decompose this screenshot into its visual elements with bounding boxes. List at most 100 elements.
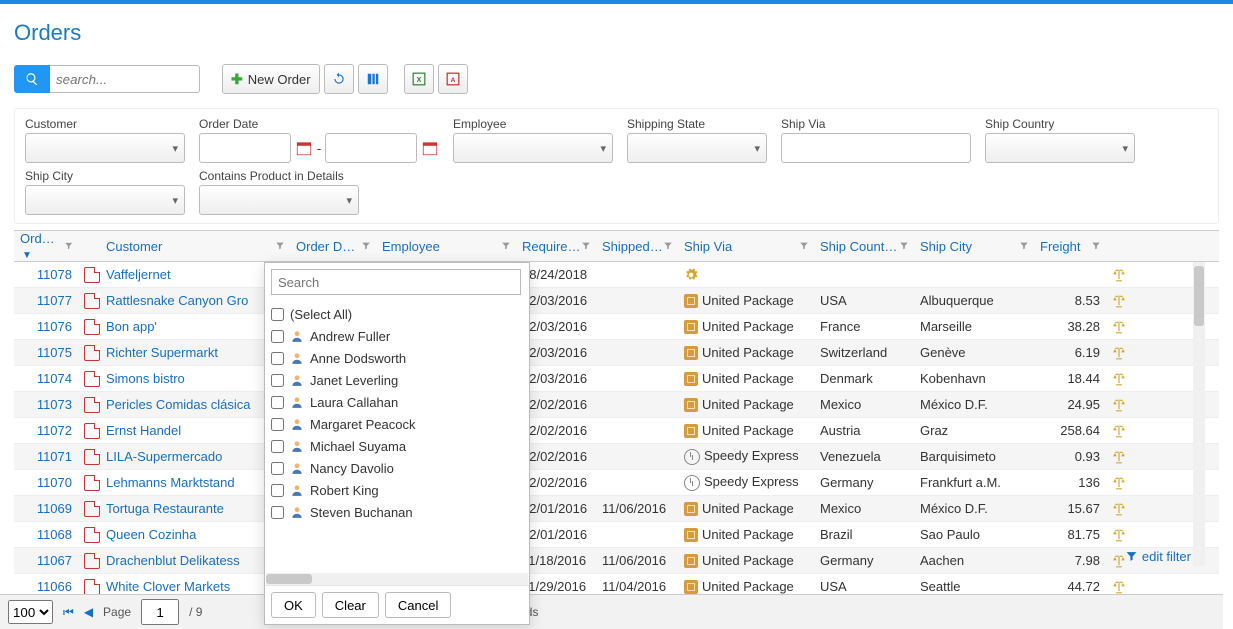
export-pdf-button[interactable]: A	[438, 64, 468, 94]
funnel-icon[interactable]	[581, 241, 591, 251]
filter-option[interactable]: Robert King	[271, 479, 523, 501]
checkbox[interactable]	[271, 440, 284, 453]
cell-customer[interactable]: Rattlesnake Canyon Gro	[100, 293, 290, 308]
cell-order-id[interactable]: 11076	[14, 319, 78, 334]
col-ship-city[interactable]: Ship City	[914, 231, 1034, 261]
cell-customer[interactable]: Richter Supermarkt	[100, 345, 290, 360]
cell-order-id[interactable]: 11066	[14, 579, 78, 594]
cell-pdf[interactable]	[78, 318, 100, 335]
funnel-icon[interactable]	[1019, 241, 1029, 251]
pager-prev[interactable]: ◀	[84, 605, 93, 619]
funnel-icon[interactable]	[64, 241, 73, 251]
col-required[interactable]: Require…	[516, 231, 596, 261]
col-attachment[interactable]	[78, 231, 100, 261]
cell-pdf[interactable]	[78, 448, 100, 465]
checkbox[interactable]	[271, 462, 284, 475]
filter-contains-product[interactable]	[199, 185, 359, 215]
col-order[interactable]: Ord…▼	[14, 231, 78, 261]
filter-option[interactable]: Janet Leverling	[271, 369, 523, 391]
cell-order-id[interactable]: 11070	[14, 475, 78, 490]
checkbox[interactable]	[271, 418, 284, 431]
vertical-scrollbar[interactable]	[1193, 262, 1205, 566]
cell-customer[interactable]: White Clover Markets	[100, 579, 290, 594]
table-row[interactable]: 11069Tortuga Restaurante12/01/201611/06/…	[14, 496, 1219, 522]
cell-pdf[interactable]	[78, 474, 100, 491]
search-input[interactable]	[50, 65, 200, 93]
filter-popup-search[interactable]	[271, 269, 521, 295]
cell-order-id[interactable]: 11071	[14, 449, 78, 464]
checkbox[interactable]	[271, 352, 284, 365]
cell-order-id[interactable]: 11069	[14, 501, 78, 516]
columns-button[interactable]	[358, 64, 388, 94]
checkbox[interactable]	[271, 308, 284, 321]
funnel-icon[interactable]	[361, 241, 371, 251]
filter-option[interactable]: Margaret Peacock	[271, 413, 523, 435]
filter-option[interactable]: Steven Buchanan	[271, 501, 523, 523]
checkbox[interactable]	[271, 330, 284, 343]
table-row[interactable]: 11078Vaffeljernet08/24/2018	[14, 262, 1219, 288]
funnel-icon[interactable]	[663, 241, 673, 251]
table-row[interactable]: 11075Richter Supermarkt12/03/2016United …	[14, 340, 1219, 366]
filter-option[interactable]: Andrew Fuller	[271, 325, 523, 347]
col-freight[interactable]: Freight	[1034, 231, 1106, 261]
cell-pdf[interactable]	[78, 292, 100, 309]
cell-customer[interactable]: Simons bistro	[100, 371, 290, 386]
table-row[interactable]: 11070Lehmanns Marktstand12/02/2016Speedy…	[14, 470, 1219, 496]
cell-pdf[interactable]	[78, 344, 100, 361]
cell-order-id[interactable]: 11067	[14, 553, 78, 568]
new-order-button[interactable]: ✚ New Order	[222, 64, 320, 94]
export-excel-button[interactable]: X	[404, 64, 434, 94]
cell-order-id[interactable]: 11075	[14, 345, 78, 360]
filter-clear-button[interactable]: Clear	[322, 592, 379, 618]
cell-customer[interactable]: Queen Cozinha	[100, 527, 290, 542]
filter-option[interactable]: Laura Callahan	[271, 391, 523, 413]
filter-cancel-button[interactable]: Cancel	[385, 592, 451, 618]
col-order-date[interactable]: Order D…	[290, 231, 376, 261]
cell-pdf[interactable]	[78, 396, 100, 413]
checkbox[interactable]	[271, 484, 284, 497]
filter-ok-button[interactable]: OK	[271, 592, 316, 618]
table-row[interactable]: 11074Simons bistro12/03/2016United Packa…	[14, 366, 1219, 392]
cell-order-id[interactable]: 11073	[14, 397, 78, 412]
table-row[interactable]: 11076Bon app'12/03/2016United PackageFra…	[14, 314, 1219, 340]
cell-customer[interactable]: LILA-Supermercado	[100, 449, 290, 464]
page-size-select[interactable]: 100	[8, 600, 53, 624]
filter-option-select-all[interactable]: (Select All)	[271, 303, 523, 325]
cell-customer[interactable]: Lehmanns Marktstand	[100, 475, 290, 490]
cell-customer[interactable]: Drachenblut Delikatess	[100, 553, 290, 568]
filter-option[interactable]: Michael Suyama	[271, 435, 523, 457]
table-row[interactable]: 11071LILA-Supermercado12/02/2016Speedy E…	[14, 444, 1219, 470]
edit-filter-link[interactable]: edit filter	[1125, 549, 1191, 564]
cell-order-id[interactable]: 11068	[14, 527, 78, 542]
pager-page-input[interactable]	[141, 599, 179, 625]
filter-shipping-state[interactable]	[627, 133, 767, 163]
cell-pdf[interactable]	[78, 526, 100, 543]
cell-order-id[interactable]: 11078	[14, 267, 78, 282]
funnel-icon[interactable]	[799, 241, 809, 251]
col-customer[interactable]: Customer	[100, 231, 290, 261]
filter-popup-hscroll[interactable]	[266, 573, 528, 585]
funnel-icon[interactable]	[899, 241, 909, 251]
cell-pdf[interactable]	[78, 500, 100, 517]
cell-customer[interactable]: Pericles Comidas clásica	[100, 397, 290, 412]
cell-pdf[interactable]	[78, 422, 100, 439]
filter-ship-city[interactable]	[25, 185, 185, 215]
filter-order-date-from[interactable]	[199, 133, 291, 163]
col-shipped[interactable]: Shipped…	[596, 231, 678, 261]
filter-ship-via[interactable]	[781, 133, 971, 163]
funnel-icon[interactable]	[275, 241, 285, 251]
checkbox[interactable]	[271, 374, 284, 387]
cell-customer[interactable]: Tortuga Restaurante	[100, 501, 290, 516]
filter-option[interactable]: Anne Dodsworth	[271, 347, 523, 369]
checkbox[interactable]	[271, 396, 284, 409]
cell-order-id[interactable]: 11077	[14, 293, 78, 308]
cell-pdf[interactable]	[78, 552, 100, 569]
search-button[interactable]	[14, 65, 50, 93]
table-row[interactable]: 11077Rattlesnake Canyon Gro12/03/2016Uni…	[14, 288, 1219, 314]
filter-order-date-to[interactable]	[325, 133, 417, 163]
table-row[interactable]: 11067Drachenblut Delikatess11/18/201611/…	[14, 548, 1219, 574]
cell-customer[interactable]: Ernst Handel	[100, 423, 290, 438]
col-ship-via[interactable]: Ship Via	[678, 231, 814, 261]
table-row[interactable]: 11068Queen Cozinha12/01/2016United Packa…	[14, 522, 1219, 548]
refresh-button[interactable]	[324, 64, 354, 94]
